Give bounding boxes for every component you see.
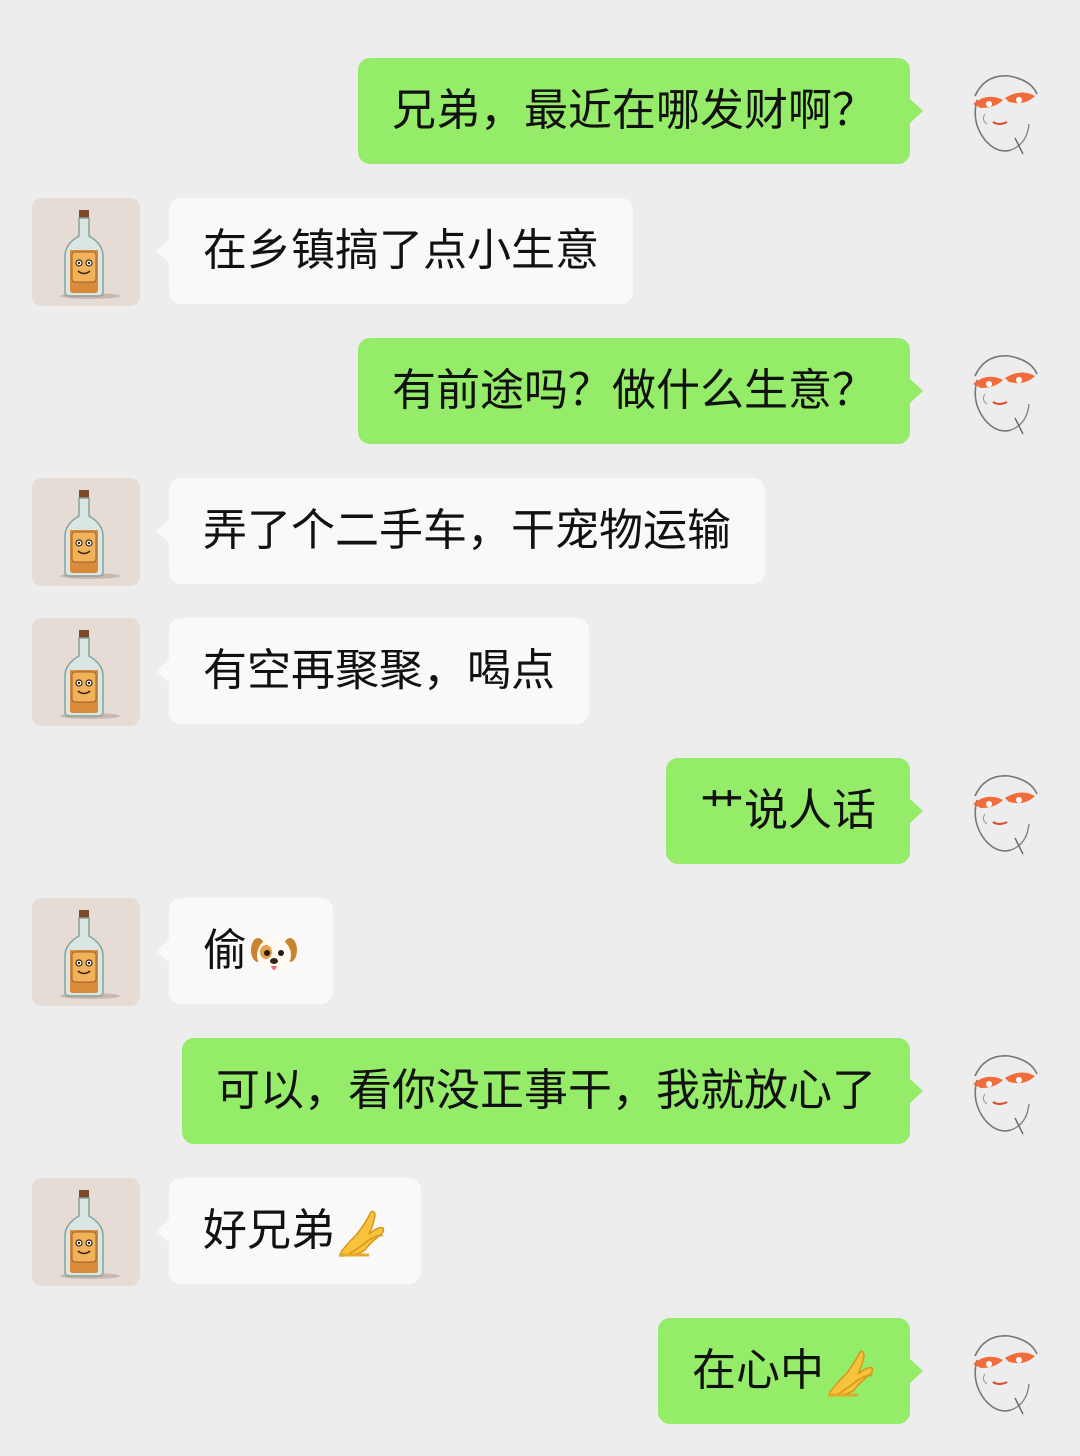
incoming-message-bubble[interactable]: 在乡镇搞了点小生意	[156, 198, 633, 304]
message-text: 偷	[203, 925, 247, 976]
sketch-face-icon	[945, 1318, 1053, 1426]
friend-avatar[interactable]	[32, 618, 140, 726]
friend-avatar[interactable]	[32, 478, 140, 586]
friend-avatar[interactable]	[32, 1178, 140, 1286]
bottle-icon	[32, 1178, 140, 1286]
outgoing-message-bubble[interactable]: 艹说人话	[666, 758, 923, 864]
message-text: 艹说人话	[700, 785, 876, 836]
message-text: 有前途吗？做什么生意？	[392, 365, 876, 416]
incoming-message-bubble[interactable]: 弄了个二手车，干宠物运输	[156, 478, 765, 584]
chat-message-row: 在心中	[0, 1318, 1080, 1426]
chat-message-row: 有空再聚聚，喝点	[0, 618, 1080, 726]
message-text: 可以，看你没正事干，我就放心了	[216, 1065, 876, 1116]
my-avatar[interactable]	[945, 58, 1053, 166]
bottle-icon	[32, 478, 140, 586]
incoming-message-bubble[interactable]: 有空再聚聚，喝点	[156, 618, 589, 724]
sketch-face-icon	[945, 338, 1053, 446]
friend-avatar[interactable]	[32, 898, 140, 1006]
sketch-face-icon	[945, 58, 1053, 166]
my-avatar[interactable]	[945, 338, 1053, 446]
message-text: 弄了个二手车，干宠物运输	[203, 505, 731, 556]
sketch-face-icon	[945, 1038, 1053, 1146]
bottle-icon	[32, 618, 140, 726]
incoming-message-bubble[interactable]: 好兄弟	[156, 1178, 421, 1284]
message-text: 兄弟，最近在哪发财啊？	[392, 85, 876, 136]
chat-message-row: 弄了个二手车，干宠物运输	[0, 478, 1080, 586]
incoming-message-bubble[interactable]: 偷	[156, 898, 333, 1004]
outgoing-message-bubble[interactable]: 兄弟，最近在哪发财啊？	[358, 58, 923, 164]
chat-message-row: 在乡镇搞了点小生意	[0, 198, 1080, 306]
outgoing-message-bubble[interactable]: 有前途吗？做什么生意？	[358, 338, 923, 444]
outgoing-message-bubble[interactable]: 可以，看你没正事干，我就放心了	[182, 1038, 923, 1144]
my-avatar[interactable]	[945, 1318, 1053, 1426]
chat-message-row: 偷	[0, 898, 1080, 1006]
friend-avatar[interactable]	[32, 198, 140, 306]
folded-hands-emoji-icon	[337, 1208, 387, 1258]
folded-hands-emoji-icon	[826, 1348, 876, 1398]
chat-message-row: 兄弟，最近在哪发财啊？	[0, 58, 1080, 166]
outgoing-message-bubble[interactable]: 在心中	[658, 1318, 923, 1424]
my-avatar[interactable]	[945, 758, 1053, 866]
sketch-face-icon	[945, 758, 1053, 866]
dog-face-emoji-icon	[249, 928, 299, 978]
chat-message-row: 有前途吗？做什么生意？	[0, 338, 1080, 446]
message-text: 有空再聚聚，喝点	[203, 645, 555, 696]
chat-message-row: 艹说人话	[0, 758, 1080, 866]
my-avatar[interactable]	[945, 1038, 1053, 1146]
chat-message-row: 可以，看你没正事干，我就放心了	[0, 1038, 1080, 1146]
message-text: 好兄弟	[203, 1205, 335, 1256]
bottle-icon	[32, 898, 140, 1006]
bottle-icon	[32, 198, 140, 306]
chat-message-row: 好兄弟	[0, 1178, 1080, 1286]
message-text: 在乡镇搞了点小生意	[203, 225, 599, 276]
message-text: 在心中	[692, 1345, 824, 1396]
